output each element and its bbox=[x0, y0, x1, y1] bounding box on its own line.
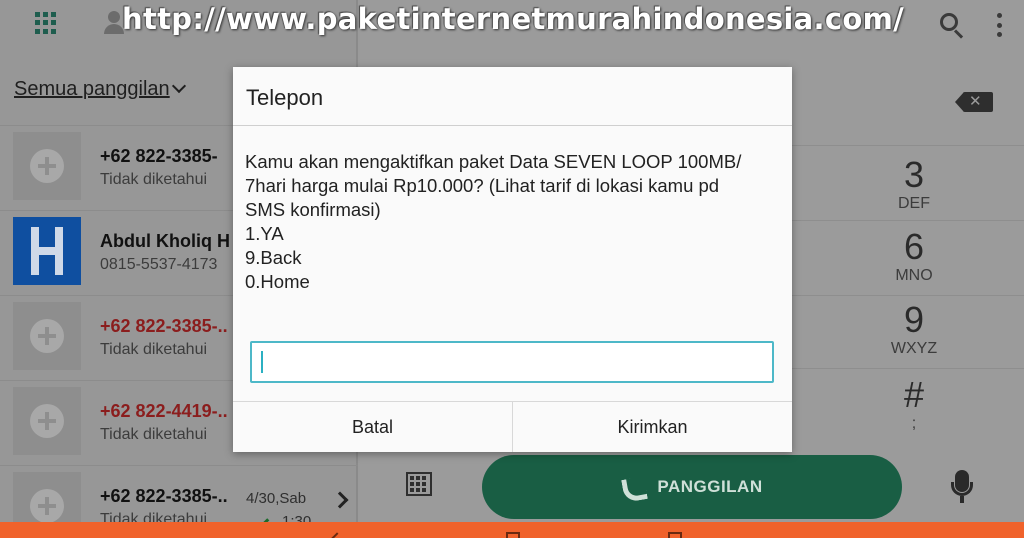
key-letters: MNO bbox=[895, 267, 933, 284]
nav-home-icon[interactable] bbox=[506, 532, 520, 538]
dialog-message: Kamu akan mengaktifkan paket Data SEVEN … bbox=[245, 150, 785, 294]
search-icon[interactable] bbox=[940, 13, 966, 39]
dialpad-key-hash[interactable]: # ; bbox=[862, 375, 966, 433]
system-nav-bar bbox=[0, 522, 1024, 538]
nav-back-icon[interactable] bbox=[331, 532, 343, 538]
key-digit: 3 bbox=[903, 154, 925, 195]
call-time: 4/30,Sab bbox=[246, 490, 307, 507]
nav-recents-icon[interactable] bbox=[668, 532, 682, 538]
mic-icon[interactable] bbox=[950, 470, 974, 504]
call-button[interactable]: PANGGILAN bbox=[482, 455, 902, 519]
call-filter-label: Semua panggilan bbox=[14, 78, 170, 100]
call-name: +62 822-4419-.. bbox=[100, 401, 228, 421]
chevron-right-icon[interactable] bbox=[331, 491, 349, 509]
dialog-title: Telepon bbox=[246, 85, 324, 110]
top-bar: http://www.paketinternetmurahindonesia.c… bbox=[0, 0, 1024, 50]
call-subtitle: Tidak diketahui bbox=[100, 341, 208, 358]
call-button-label: PANGGILAN bbox=[657, 477, 763, 496]
message-line: Kamu akan mengaktifkan paket Data SEVEN … bbox=[245, 151, 742, 172]
dialog-actions: Batal Kirimkan bbox=[233, 401, 792, 452]
more-vert-icon[interactable] bbox=[996, 13, 1002, 37]
dialpad-key-6[interactable]: 6 MNO bbox=[862, 227, 966, 285]
ussd-dialog: Telepon Kamu akan mengaktifkan paket Dat… bbox=[233, 67, 792, 452]
avatar[interactable] bbox=[13, 217, 81, 285]
add-contact-icon bbox=[30, 149, 64, 183]
key-letters: WXYZ bbox=[890, 340, 938, 357]
dialpad-icon[interactable] bbox=[406, 472, 436, 500]
avatar[interactable] bbox=[13, 132, 81, 200]
call-name: +62 822-3385- bbox=[100, 146, 218, 166]
key-digit: 6 bbox=[903, 226, 925, 267]
send-button[interactable]: Kirimkan bbox=[512, 402, 792, 452]
add-contact-icon bbox=[30, 404, 64, 438]
watermark-url: http://www.paketinternetmurahindonesia.c… bbox=[122, 2, 904, 36]
ussd-response-input[interactable] bbox=[250, 341, 774, 383]
backspace-icon[interactable]: ✕ bbox=[955, 92, 993, 112]
call-subtitle: Tidak diketahui bbox=[100, 426, 208, 443]
key-digit: 9 bbox=[903, 299, 925, 340]
avatar[interactable] bbox=[13, 387, 81, 455]
call-name: Abdul Kholiq H bbox=[100, 231, 230, 251]
phone-icon bbox=[621, 476, 643, 498]
dialog-divider bbox=[233, 125, 792, 126]
key-letters: DEF bbox=[898, 195, 930, 212]
message-line: SMS konfirmasi) bbox=[245, 199, 381, 220]
call-subtitle: 0815-5537-4173 bbox=[100, 256, 218, 273]
call-filter-dropdown[interactable]: Semua panggilan bbox=[14, 78, 186, 101]
avatar[interactable] bbox=[13, 302, 81, 370]
message-line: 0.Home bbox=[245, 271, 310, 292]
ussd-response-field[interactable] bbox=[252, 343, 772, 381]
key-letters: ; bbox=[911, 415, 917, 432]
message-line: 1.YA bbox=[245, 223, 284, 244]
apps-grid-icon[interactable] bbox=[35, 12, 57, 34]
message-line: 9.Back bbox=[245, 247, 302, 268]
cancel-button[interactable]: Batal bbox=[233, 402, 512, 452]
call-subtitle: Tidak diketahui bbox=[100, 171, 208, 188]
key-digit: # bbox=[903, 374, 925, 415]
dialpad-key-9[interactable]: 9 WXYZ bbox=[862, 300, 966, 358]
call-name: +62 822-3385-.. bbox=[100, 316, 228, 336]
add-contact-icon bbox=[30, 319, 64, 353]
add-contact-icon bbox=[30, 489, 64, 523]
call-name: +62 822-3385-.. bbox=[100, 486, 228, 506]
chevron-down-icon bbox=[171, 78, 186, 94]
message-line: 7hari harga mulai Rp10.000? (Lihat tarif… bbox=[245, 175, 720, 196]
dialpad-key-3[interactable]: 3 DEF bbox=[862, 155, 966, 213]
